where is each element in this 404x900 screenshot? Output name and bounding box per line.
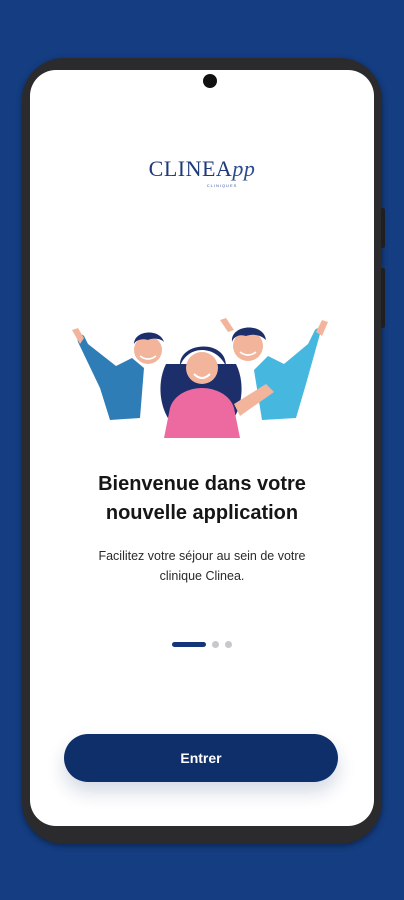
welcome-title: Bienvenue dans votre nouvelle applicatio… <box>30 470 374 528</box>
happy-group-illustration <box>72 318 328 438</box>
phone-frame: CLINEApp CLINIQUES Bienvenue dans votre … <box>22 58 385 844</box>
app-screen: CLINEApp CLINIQUES Bienvenue dans votre … <box>30 70 374 826</box>
app-logo: CLINEApp CLINIQUES <box>30 156 374 188</box>
page-dot-3[interactable] <box>225 641 232 648</box>
front-camera <box>203 74 217 88</box>
welcome-title-line2: nouvelle application <box>105 502 299 524</box>
page-dot-2[interactable] <box>212 641 219 648</box>
enter-button[interactable]: Entrer <box>64 734 338 782</box>
logo-subtitle: CLINIQUES <box>206 183 238 188</box>
volume-button <box>381 208 385 248</box>
welcome-title-line1: Bienvenue dans votre <box>98 473 306 495</box>
page-dot-1-active[interactable] <box>172 642 206 647</box>
welcome-description: Facilitez votre séjour au sein de votre … <box>50 546 354 586</box>
power-button <box>381 268 385 328</box>
welcome-description-line1: Facilitez votre séjour au sein de votre <box>98 549 306 563</box>
welcome-description-line2: clinique Clinea. <box>159 569 245 583</box>
logo-text: CLINEApp <box>148 156 256 181</box>
page-indicator <box>30 641 374 648</box>
